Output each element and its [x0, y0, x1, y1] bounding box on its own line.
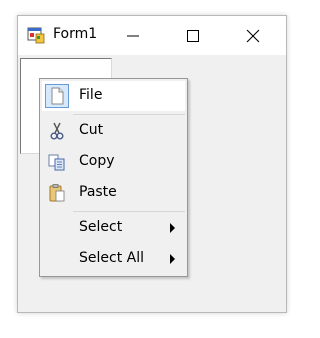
- menu-separator: [73, 114, 185, 115]
- maximize-icon: [187, 30, 199, 42]
- winforms-app-icon: [27, 27, 45, 44]
- menu-item-copy[interactable]: Copy: [42, 147, 185, 177]
- minimize-button[interactable]: [110, 16, 156, 55]
- menu-item-select-all[interactable]: Select All: [42, 244, 185, 274]
- close-button[interactable]: [230, 16, 276, 55]
- menu-item-label: Copy: [79, 153, 115, 169]
- menu-item-paste[interactable]: Paste: [42, 178, 185, 208]
- document-icon: [45, 84, 69, 108]
- copy-icon: [48, 154, 65, 171]
- menu-separator: [73, 211, 185, 212]
- window-title: Form1: [53, 26, 98, 42]
- menu-item-label: Paste: [79, 184, 117, 200]
- submenu-arrow-icon: [170, 254, 175, 264]
- submenu-arrow-icon: [170, 223, 175, 233]
- clipboard-icon: [49, 184, 65, 202]
- menu-item-label: Select: [79, 219, 123, 235]
- menu-item-label: Cut: [79, 122, 104, 138]
- context-menu: File Cut Copy Paste Select Select All: [39, 78, 188, 277]
- menu-item-label: File: [79, 87, 103, 103]
- close-icon: [246, 29, 260, 43]
- menu-item-select[interactable]: Select: [42, 213, 185, 243]
- menu-item-label: Select All: [79, 250, 144, 266]
- maximize-button[interactable]: [170, 16, 216, 55]
- minimize-icon: [127, 35, 139, 37]
- menu-item-cut[interactable]: Cut: [42, 116, 185, 146]
- menu-item-file[interactable]: File: [42, 81, 185, 111]
- title-bar[interactable]: Form1: [18, 16, 286, 55]
- scissors-icon: [50, 122, 64, 140]
